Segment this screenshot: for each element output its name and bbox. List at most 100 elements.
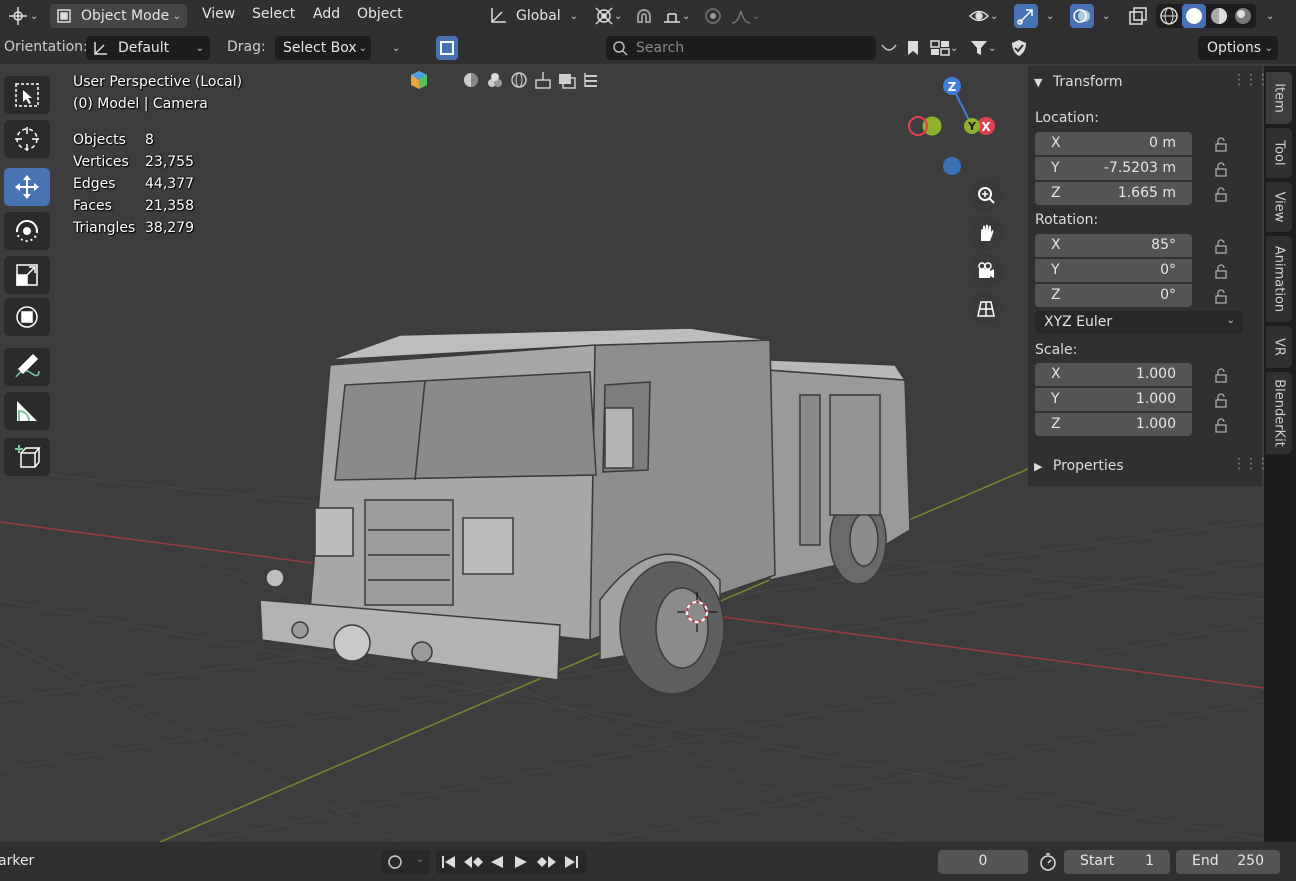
add-cube-tool[interactable] bbox=[4, 438, 50, 476]
snap-icon[interactable] bbox=[634, 4, 658, 28]
end-frame-field[interactable]: End 250 bbox=[1176, 850, 1280, 874]
next-keyframe-icon[interactable] bbox=[536, 853, 558, 871]
drag-dropdown[interactable]: Select Box ⌄ bbox=[275, 36, 371, 60]
proportional-edit-icon[interactable] bbox=[704, 4, 728, 28]
start-frame-field[interactable]: Start 1 bbox=[1064, 850, 1170, 874]
pivot-point-icon[interactable]: ⌄ bbox=[590, 4, 626, 28]
lock-icon[interactable] bbox=[1214, 392, 1230, 408]
menu-add[interactable]: Add bbox=[313, 6, 340, 22]
select-objects-icon[interactable] bbox=[436, 36, 458, 60]
lock-icon[interactable] bbox=[1214, 417, 1230, 433]
cursor-tool[interactable] bbox=[4, 120, 50, 158]
jump-start-icon[interactable] bbox=[440, 853, 458, 871]
materials-icon[interactable] bbox=[485, 70, 505, 90]
prev-keyframe-icon[interactable] bbox=[462, 853, 484, 871]
measure-tool[interactable] bbox=[4, 392, 50, 430]
play-icon[interactable] bbox=[512, 853, 530, 871]
menu-select[interactable]: Select bbox=[252, 6, 295, 22]
asset-shelf-icon[interactable] bbox=[880, 36, 902, 60]
camera-view-icon[interactable] bbox=[969, 254, 1003, 288]
wireframe-shading-icon[interactable] bbox=[1158, 5, 1180, 27]
fire-truck-model bbox=[259, 327, 911, 695]
marker-menu[interactable]: arker bbox=[0, 853, 34, 869]
editor-type-icon[interactable]: ⌄ bbox=[6, 4, 44, 28]
orientation-dropdown[interactable]: Default ⌄ bbox=[86, 36, 210, 60]
tab-animation[interactable]: Animation bbox=[1266, 236, 1292, 322]
rendered-shading-icon[interactable] bbox=[1232, 5, 1254, 27]
tab-vr[interactable]: VR bbox=[1266, 326, 1292, 368]
zoom-icon[interactable] bbox=[969, 178, 1003, 212]
filter-icon[interactable]: ⌄ bbox=[970, 36, 1006, 60]
location-x-field[interactable]: X0 m bbox=[1035, 132, 1192, 155]
svg-text:Z: Z bbox=[948, 80, 957, 94]
view-layer-icon[interactable] bbox=[557, 70, 577, 90]
rotation-y-field[interactable]: Y 0° bbox=[1035, 259, 1192, 282]
current-frame-field[interactable]: 0 bbox=[938, 850, 1028, 874]
scale-y-field[interactable]: Y 1.000 bbox=[1035, 388, 1192, 411]
transform-panel-header[interactable]: ▼ Transform bbox=[1034, 74, 1123, 90]
lock-icon[interactable] bbox=[1214, 136, 1230, 152]
drag-handle-icon[interactable]: ⋮⋮⋮ bbox=[1232, 456, 1270, 472]
stopwatch-icon[interactable] bbox=[1038, 852, 1058, 872]
snap-target-icon[interactable]: ⌄ bbox=[660, 4, 698, 28]
solid-shading-icon[interactable] bbox=[1182, 4, 1206, 28]
rotation-z-field[interactable]: Z 0° bbox=[1035, 284, 1192, 307]
transform-orientation-dropdown[interactable]: Global ⌄ bbox=[484, 4, 582, 28]
xray-toggle-icon[interactable] bbox=[1126, 4, 1150, 28]
gizmo-options-dropdown[interactable]: ⌄ bbox=[1040, 4, 1062, 28]
keying-dropdown[interactable]: ⌄ bbox=[382, 850, 430, 874]
pan-hand-icon[interactable] bbox=[969, 216, 1003, 250]
jump-end-icon[interactable] bbox=[562, 853, 580, 871]
orientation-icon bbox=[94, 42, 107, 55]
stat-value: 44,377 bbox=[145, 176, 194, 192]
move-tool[interactable] bbox=[4, 168, 50, 206]
options-dropdown[interactable]: Options ⌄ bbox=[1198, 36, 1278, 60]
show-gizmo-icon[interactable] bbox=[1014, 4, 1038, 28]
location-z-field[interactable]: Z 1.665 m bbox=[1035, 182, 1192, 205]
shading-options-dropdown[interactable]: ⌄ bbox=[1260, 4, 1282, 28]
perspective-grid-icon[interactable] bbox=[969, 292, 1003, 326]
search-field[interactable]: Search bbox=[606, 36, 876, 60]
overlays-options-dropdown[interactable]: ⌄ bbox=[1096, 4, 1118, 28]
layout-icon[interactable]: ⌄ bbox=[930, 36, 966, 60]
show-overlays-icon[interactable] bbox=[1070, 4, 1094, 28]
world-icon[interactable] bbox=[509, 70, 529, 90]
play-reverse-icon[interactable] bbox=[488, 853, 506, 871]
color-mode-icon[interactable] bbox=[409, 70, 429, 90]
scale-x-field[interactable]: X 1.000 bbox=[1035, 363, 1192, 386]
scene-icon[interactable] bbox=[533, 70, 553, 90]
menu-view[interactable]: View bbox=[202, 6, 235, 22]
falloff-icon[interactable]: ⌄ bbox=[730, 4, 770, 28]
annotate-tool[interactable] bbox=[4, 348, 50, 386]
shield-icon[interactable] bbox=[1010, 36, 1032, 60]
scale-z-field[interactable]: Z 1.000 bbox=[1035, 413, 1192, 436]
tab-tool[interactable]: Tool bbox=[1266, 128, 1292, 178]
lock-icon[interactable] bbox=[1214, 288, 1230, 304]
filter-dropdown[interactable]: ⌄ bbox=[386, 36, 410, 60]
visibility-icon[interactable]: ⌄ bbox=[968, 4, 1008, 28]
tab-item[interactable]: Item bbox=[1266, 72, 1292, 124]
material-preview-icon[interactable] bbox=[1208, 5, 1230, 27]
properties-panel-header[interactable]: ▶ Properties bbox=[1034, 458, 1124, 474]
transform-tool[interactable] bbox=[4, 298, 50, 336]
lock-icon[interactable] bbox=[1214, 367, 1230, 383]
scale-tool[interactable] bbox=[4, 256, 50, 294]
tab-view[interactable]: View bbox=[1266, 182, 1292, 232]
lock-icon[interactable] bbox=[1214, 161, 1230, 177]
location-y-field[interactable]: Y -7.5203 m bbox=[1035, 157, 1192, 180]
lock-icon[interactable] bbox=[1214, 263, 1230, 279]
menu-object[interactable]: Object bbox=[357, 6, 403, 22]
rotation-mode-dropdown[interactable]: XYZ Euler ⌄ bbox=[1035, 311, 1243, 334]
lock-icon[interactable] bbox=[1214, 186, 1230, 202]
rotate-tool[interactable] bbox=[4, 212, 50, 250]
navigation-gizmo[interactable]: Z X Y bbox=[900, 72, 1000, 182]
select-box-tool[interactable] bbox=[4, 76, 50, 114]
mode-dropdown[interactable]: Object Mode ⌄ bbox=[50, 4, 187, 28]
bookmark-icon[interactable] bbox=[906, 36, 924, 60]
tab-blenderkit[interactable]: BlenderKit bbox=[1266, 372, 1292, 454]
sphere-icon[interactable] bbox=[461, 70, 481, 90]
drag-handle-icon[interactable]: ⋮⋮⋮ bbox=[1232, 72, 1270, 88]
lock-icon[interactable] bbox=[1214, 238, 1230, 254]
rotation-x-field[interactable]: X 85° bbox=[1035, 234, 1192, 257]
collections-icon[interactable] bbox=[581, 70, 601, 90]
